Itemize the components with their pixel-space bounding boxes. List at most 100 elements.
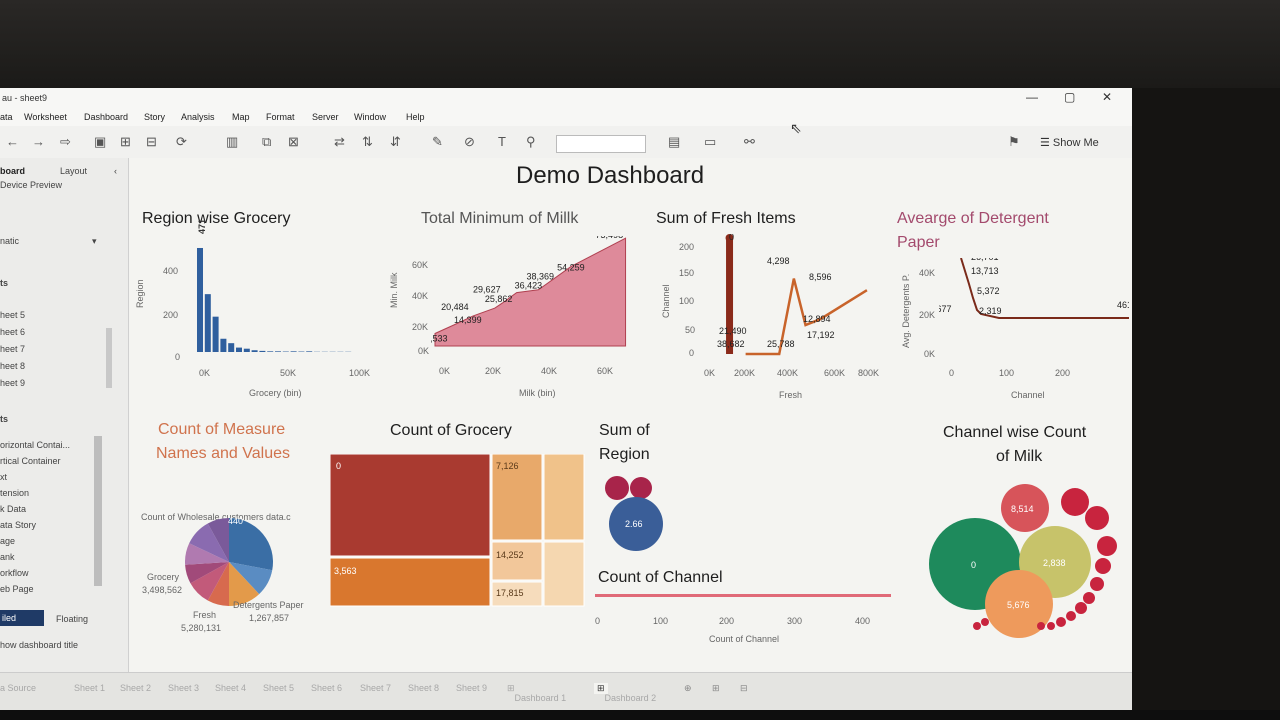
object-item[interactable]: orkflow — [0, 568, 29, 578]
device-preview-button[interactable]: Device Preview — [0, 180, 62, 190]
grocery-bar — [259, 350, 266, 352]
menu-map[interactable]: Map — [232, 112, 250, 122]
milk-bubble-small — [1047, 622, 1055, 630]
object-item[interactable]: rtical Container — [0, 456, 61, 466]
tab-sheet[interactable]: Sheet 5 — [263, 683, 294, 693]
presentation-icon[interactable]: ▭ — [704, 134, 716, 150]
min-milk-ytick: 0K — [418, 346, 430, 356]
tab-dashboard-2[interactable]: ⊞ Dashboard 2 — [594, 683, 656, 703]
milk-bubble-small — [1075, 602, 1087, 614]
object-item[interactable]: orizontal Contai... — [0, 440, 70, 450]
tab-data-source[interactable]: a Source — [0, 683, 36, 693]
tab-dashboard-1[interactable]: ⊞ Dashboard 1 — [507, 683, 566, 703]
close-button[interactable]: ✕ — [1102, 90, 1112, 104]
duplicate-icon[interactable]: ⧉ — [262, 134, 271, 150]
tab-sheet[interactable]: Sheet 9 — [456, 683, 487, 693]
forward-icon[interactable]: → — [32, 134, 45, 149]
sheet-item[interactable]: heet 5 — [0, 310, 25, 320]
collapse-icon[interactable]: ‹ — [114, 166, 117, 176]
chart-type-icon[interactable]: ▥ — [226, 134, 238, 150]
show-cards-icon[interactable]: ▤ — [668, 134, 680, 150]
fresh-ytick: 150 — [679, 268, 695, 278]
pin-icon[interactable]: ⚲ — [526, 134, 536, 150]
channel-milk-bubble-chart: 0 8,514 2,838 5,676 — [929, 484, 1117, 638]
taskbar-strip — [0, 710, 1280, 720]
new-sheet-tab-icon[interactable]: ⊕ — [684, 683, 692, 694]
min-milk-data-label: 29,627 — [473, 285, 501, 295]
milk-bubble-small — [1090, 577, 1104, 591]
show-title-checkbox[interactable]: how dashboard title — [0, 640, 78, 650]
fresh-xtick: 600K — [824, 368, 846, 378]
sheets-scrollbar[interactable] — [106, 328, 112, 388]
tab-layout[interactable]: Layout — [60, 166, 87, 176]
dashboard-canvas: Demo Dashboard Region wise Grocery Regio… — [129, 158, 1132, 672]
tab-sheet[interactable]: Sheet 1 — [74, 683, 105, 693]
sheet-item[interactable]: heet 6 — [0, 327, 25, 337]
menu-story[interactable]: Story — [144, 112, 165, 122]
new-story-tab-icon[interactable]: ⊟ — [740, 683, 748, 694]
fresh-data-label: 25,788 — [767, 339, 795, 349]
menu-analysis[interactable]: Analysis — [181, 112, 215, 122]
tiled-toggle[interactable]: iled — [0, 610, 44, 626]
fresh-ylabel: Channel — [661, 284, 671, 318]
sheet-item[interactable]: heet 7 — [0, 344, 25, 354]
detergent-data-label: 461 — [1117, 300, 1129, 310]
new-sheet-icon[interactable]: ⊟ — [146, 134, 157, 150]
clear-sheet-icon[interactable]: ⊠ — [288, 134, 299, 150]
refresh-icon[interactable]: ⟳ — [176, 134, 187, 150]
object-item[interactable]: xt — [0, 472, 7, 482]
swap-icon[interactable]: ⇄ — [334, 134, 345, 150]
tab-dashboard[interactable]: board — [0, 166, 25, 176]
share-icon[interactable]: ⚯ — [744, 134, 755, 150]
tab-sheet[interactable]: Sheet 7 — [360, 683, 391, 693]
sort-desc-icon[interactable]: ⇵ — [390, 134, 401, 150]
detergent-data-label: 26,701 — [971, 258, 999, 262]
region-grocery-xtick: 100K — [349, 368, 371, 378]
chart-title-sum-region-line1: Sum of — [599, 422, 650, 439]
object-item[interactable]: tension — [0, 488, 29, 498]
tooltip-icon[interactable]: ⚑ — [1008, 134, 1020, 150]
objects-scrollbar[interactable] — [94, 436, 102, 586]
back-icon[interactable]: ← — [6, 134, 19, 149]
region-bubble — [630, 477, 652, 499]
floating-toggle[interactable]: Floating — [56, 614, 88, 624]
object-item[interactable]: ank — [0, 552, 15, 562]
size-dropdown[interactable]: natic — [0, 236, 19, 246]
restore-button[interactable]: ▢ — [1064, 90, 1075, 104]
menu-help[interactable]: Help — [406, 112, 425, 122]
new-datasource-icon[interactable]: ⊞ — [120, 134, 131, 150]
highlight-icon[interactable]: ✎ — [432, 134, 443, 150]
menu-window[interactable]: Window — [354, 112, 386, 122]
group-icon[interactable]: ⊘ — [464, 134, 475, 150]
menu-dashboard[interactable]: Dashboard — [84, 112, 128, 122]
chevron-down-icon[interactable]: ▾ — [92, 236, 97, 247]
milk-bubble-small — [1037, 622, 1045, 630]
fit-dropdown[interactable] — [556, 135, 646, 153]
show-me-button[interactable]: ☰ Show Me — [1040, 136, 1099, 149]
tab-sheet[interactable]: Sheet 6 — [311, 683, 342, 693]
sort-asc-icon[interactable]: ⇅ — [362, 134, 373, 150]
menu-data[interactable]: ata — [0, 112, 13, 122]
menu-worksheet[interactable]: Worksheet — [24, 112, 67, 122]
grocery-bar — [290, 351, 297, 352]
label-icon[interactable]: T — [498, 134, 506, 149]
connect-icon[interactable]: ⇨ — [60, 134, 71, 150]
tab-sheet[interactable]: Sheet 2 — [120, 683, 151, 693]
object-item[interactable]: ata Story — [0, 520, 36, 530]
object-item[interactable]: age — [0, 536, 15, 546]
tab-sheet[interactable]: Sheet 3 — [168, 683, 199, 693]
minimize-button[interactable]: — — [1026, 90, 1038, 104]
tab-sheet[interactable]: Sheet 8 — [408, 683, 439, 693]
min-milk-ytick: 60K — [412, 260, 429, 270]
count-channel-xtick: 400 — [855, 616, 871, 626]
sheet-item[interactable]: heet 8 — [0, 361, 25, 371]
object-item[interactable]: k Data — [0, 504, 26, 514]
menu-server[interactable]: Server — [312, 112, 339, 122]
save-icon[interactable]: ▣ — [94, 134, 106, 150]
new-dashboard-tab-icon[interactable]: ⊞ — [712, 683, 720, 694]
menu-format[interactable]: Format — [266, 112, 295, 122]
tab-sheet[interactable]: Sheet 4 — [215, 683, 246, 693]
object-item[interactable]: eb Page — [0, 584, 34, 594]
sheet-item[interactable]: heet 9 — [0, 378, 25, 388]
count-channel-xlabel: Count of Channel — [709, 634, 780, 644]
